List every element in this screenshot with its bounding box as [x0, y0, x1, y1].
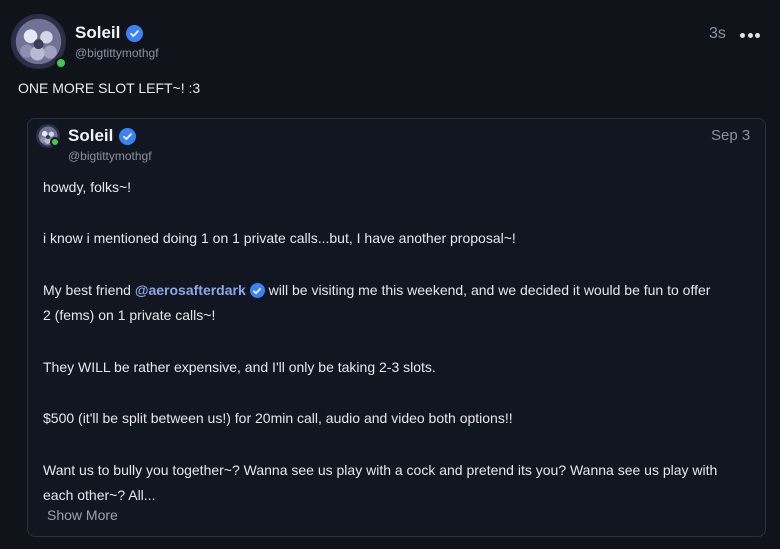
- post-timestamp[interactable]: 3s: [709, 25, 726, 43]
- quoted-post-body: howdy, folks~! i know i mentioned doing …: [43, 175, 763, 509]
- quoted-line: each other~? All...: [43, 487, 156, 504]
- show-more-button[interactable]: Show More: [47, 507, 118, 523]
- quoted-line-text: My best friend: [43, 281, 135, 298]
- post: Soleil @bigtittymothgf 3s ONE MORE SLOT …: [0, 0, 780, 549]
- quoted-line: 2 (fems) on 1 private calls~!: [43, 307, 216, 324]
- quoted-line: My best friend @aerosafterdark will be v…: [43, 278, 763, 304]
- verified-badge-icon: [126, 24, 144, 42]
- author-display-name[interactable]: Soleil: [75, 23, 120, 43]
- quoted-post-timestamp[interactable]: Sep 3: [711, 127, 750, 144]
- author-name-row: Soleil: [75, 23, 144, 43]
- quoted-line: i know i mentioned doing 1 on 1 private …: [43, 230, 516, 247]
- more-options-icon[interactable]: [738, 26, 762, 44]
- mention-link[interactable]: @aerosafterdark: [135, 278, 265, 304]
- online-status-icon: [55, 57, 67, 69]
- quoted-line: They WILL be rather expensive, and I'll …: [43, 358, 436, 375]
- quoted-line: Want us to bully you together~? Wanna se…: [43, 461, 718, 478]
- quoted-author-display-name[interactable]: Soleil: [68, 126, 113, 146]
- verified-badge-icon: [119, 127, 137, 145]
- verified-badge-icon: [249, 283, 265, 299]
- mention-handle[interactable]: @aerosafterdark: [135, 278, 246, 304]
- post-text: ONE MORE SLOT LEFT~! :3: [18, 80, 201, 96]
- quoted-author-name-row: Soleil: [68, 126, 137, 146]
- quoted-line: $500 (it'll be split between us!) for 20…: [43, 410, 513, 427]
- quoted-line: howdy, folks~!: [43, 179, 132, 195]
- quoted-author-handle[interactable]: @bigtittymothgf: [68, 149, 152, 163]
- quoted-line-text: will be visiting me this weekend, and we…: [264, 281, 711, 298]
- author-handle[interactable]: @bigtittymothgf: [75, 46, 159, 60]
- online-status-icon: [50, 137, 60, 147]
